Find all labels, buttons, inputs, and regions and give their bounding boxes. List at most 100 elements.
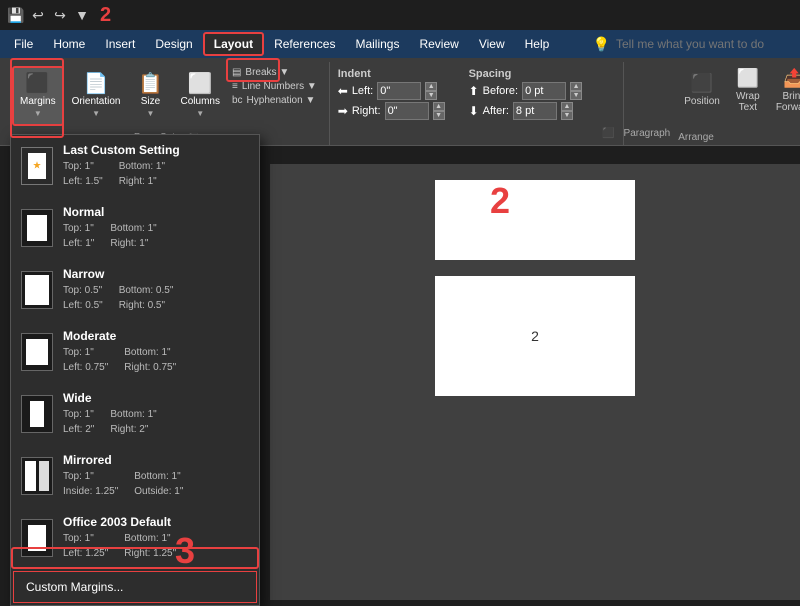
breaks-label: Breaks ▼ (245, 67, 289, 78)
wrap-text-button[interactable]: ⬜ WrapText (728, 62, 768, 118)
size-arrow: ▼ (147, 109, 155, 118)
margin-item-last-custom[interactable]: ★ Last Custom Setting Top: 1"Left: 1.5" … (11, 135, 259, 197)
spacing-after-down[interactable]: ▼ (561, 111, 573, 120)
spacing-before-up[interactable]: ▲ (570, 82, 582, 91)
menu-mailings[interactable]: Mailings (345, 33, 409, 55)
size-icon: 📋 (138, 74, 163, 94)
normal-details: Top: 1"Left: 1" Bottom: 1"Right: 1" (63, 221, 249, 251)
mirrored-details: Top: 1"Inside: 1.25" Bottom: 1"Outside: … (63, 469, 249, 499)
menu-insert[interactable]: Insert (95, 33, 145, 55)
document-page-2: 2 (435, 276, 635, 396)
menu-help[interactable]: Help (515, 33, 560, 55)
menu-review[interactable]: Review (409, 33, 468, 55)
office2003-name: Office 2003 Default (63, 515, 249, 529)
spacing-before-input[interactable]: 0 pt (522, 82, 566, 100)
menu-references[interactable]: References (264, 33, 345, 55)
margin-preview-mirrored (21, 457, 53, 495)
quick-access-dropdown[interactable]: ▼ (74, 7, 90, 23)
margin-item-office2003[interactable]: Office 2003 Default Top: 1"Left: 1.25" B… (11, 507, 259, 569)
indent-right-spinner[interactable]: ▲ ▼ (433, 102, 445, 120)
line-numbers-button[interactable]: ≡ Line Numbers ▼ (228, 80, 321, 93)
tell-me-input[interactable] (616, 37, 796, 51)
spacing-before-spinner[interactable]: ▲ ▼ (570, 82, 582, 100)
narrow-details: Top: 0.5"Left: 0.5" Bottom: 0.5"Right: 0… (63, 283, 249, 313)
orientation-button[interactable]: 📄 Orientation ▼ (66, 66, 127, 126)
columns-icon: ⬜ (188, 74, 213, 94)
menu-file[interactable]: File (4, 33, 43, 55)
menu-design[interactable]: Design (145, 33, 202, 55)
indent-right-input[interactable]: 0" (385, 102, 429, 120)
margin-preview-narrow (21, 271, 53, 309)
size-button[interactable]: 📋 Size ▼ (129, 66, 173, 126)
indent-left-row: ⬅ Left: 0" ▲ ▼ (338, 82, 445, 100)
undo-icon[interactable]: ↩ (30, 7, 46, 23)
custom-margins-button[interactable]: Custom Margins... (13, 571, 257, 603)
ribbon-content: ⬛ Margins ▼ 📄 Orientation ▼ 📋 Size ▼ ⬜ C… (0, 58, 800, 146)
margin-item-narrow[interactable]: Narrow Top: 0.5"Left: 0.5" Bottom: 0.5"R… (11, 259, 259, 321)
menu-layout[interactable]: Layout (203, 32, 264, 56)
breaks-button[interactable]: ▤ Breaks ▼ (228, 66, 321, 79)
spacing-group: Spacing ⬆ Before: 0 pt ▲ ▼ ⬇ After: 8 pt… (469, 68, 583, 120)
spacing-after-input[interactable]: 8 pt (513, 102, 557, 120)
spacing-before-down[interactable]: ▼ (570, 91, 582, 100)
page-2-number: 2 (531, 328, 539, 344)
title-bar-icons: 💾 ↩ ↪ ▼ (8, 7, 90, 23)
bring-forward-button[interactable]: 📤 BringForward (770, 62, 800, 118)
indent-right-icon: ➡ (338, 104, 348, 118)
indent-left-input[interactable]: 0" (377, 82, 421, 100)
indent-left-down[interactable]: ▼ (425, 91, 437, 100)
position-button[interactable]: ⬛ Position (678, 62, 726, 118)
indent-right-up[interactable]: ▲ (433, 102, 445, 111)
margins-arrow: ▼ (34, 109, 42, 118)
mirrored-name: Mirrored (63, 453, 249, 467)
normal-name: Normal (63, 205, 249, 219)
moderate-info: Moderate Top: 1"Left: 0.75" Bottom: 1"Ri… (63, 329, 249, 375)
indent-left-spinner[interactable]: ▲ ▼ (425, 82, 437, 100)
redo-icon[interactable]: ↪ (52, 7, 68, 23)
wide-name: Wide (63, 391, 249, 405)
spacing-after-up[interactable]: ▲ (561, 102, 573, 111)
menu-bar: File Home Insert Design Layout Reference… (0, 30, 800, 58)
moderate-details: Top: 1"Left: 0.75" Bottom: 1"Right: 0.75… (63, 345, 249, 375)
indent-left-up[interactable]: ▲ (425, 82, 437, 91)
wide-info: Wide Top: 1"Left: 2" Bottom: 1"Right: 2" (63, 391, 249, 437)
margins-button[interactable]: ⬛ Margins ▼ (12, 66, 64, 126)
badge-2-annotation: 2 (490, 180, 510, 222)
last-custom-info: Last Custom Setting Top: 1"Left: 1.5" Bo… (63, 143, 249, 189)
page-setup-buttons: ⬛ Margins ▼ 📄 Orientation ▼ 📋 Size ▼ ⬜ C… (12, 62, 321, 130)
indent-right-down[interactable]: ▼ (433, 111, 445, 120)
menu-home[interactable]: Home (43, 33, 95, 55)
indent-left-icon: ⬅ (338, 84, 348, 98)
star-icon: ★ (33, 161, 42, 172)
page-setup-group: ⬛ Margins ▼ 📄 Orientation ▼ 📋 Size ▼ ⬜ C… (4, 62, 330, 145)
columns-arrow: ▼ (196, 109, 204, 118)
spacing-before-row: ⬆ Before: 0 pt ▲ ▼ (469, 82, 583, 100)
bring-forward-label: BringForward (776, 91, 800, 113)
arrange-group: ⬛ Position ⬜ WrapText 📤 BringForward 📥 S… (670, 62, 800, 145)
save-icon[interactable]: 💾 (8, 7, 24, 23)
margin-item-moderate[interactable]: Moderate Top: 1"Left: 0.75" Bottom: 1"Ri… (11, 321, 259, 383)
hyphenation-icon: bc (232, 95, 243, 106)
indent-group: Indent ⬅ Left: 0" ▲ ▼ ➡ Right: 0" ▲ ▼ (338, 68, 445, 120)
narrow-info: Narrow Top: 0.5"Left: 0.5" Bottom: 0.5"R… (63, 267, 249, 313)
wide-details: Top: 1"Left: 2" Bottom: 1"Right: 2" (63, 407, 249, 437)
margins-icon: ⬛ (25, 74, 50, 94)
columns-button[interactable]: ⬜ Columns ▼ (175, 66, 226, 126)
narrow-name: Narrow (63, 267, 249, 281)
mirrored-info: Mirrored Top: 1"Inside: 1.25" Bottom: 1"… (63, 453, 249, 499)
margin-item-wide[interactable]: Wide Top: 1"Left: 2" Bottom: 1"Right: 2" (11, 383, 259, 445)
margin-item-normal[interactable]: Normal Top: 1"Left: 1" Bottom: 1"Right: … (11, 197, 259, 259)
paragraph-expand[interactable]: ⬛ (602, 128, 614, 141)
paragraph-label: Paragraph (624, 126, 671, 141)
margin-preview-normal (21, 209, 53, 247)
breaks-icon: ▤ (232, 67, 241, 78)
spacing-after-spinner[interactable]: ▲ ▼ (561, 102, 573, 120)
wrap-text-icon: ⬜ (737, 68, 759, 89)
hyphenation-button[interactable]: bc Hyphenation ▼ (228, 94, 321, 107)
menu-view[interactable]: View (469, 33, 515, 55)
margin-preview-office2003 (21, 519, 53, 557)
indent-left-label: Left: (352, 85, 373, 97)
badge-3-annotation: 3 (175, 530, 195, 572)
margin-item-mirrored[interactable]: Mirrored Top: 1"Inside: 1.25" Bottom: 1"… (11, 445, 259, 507)
spacing-after-icon: ⬇ (469, 104, 479, 118)
